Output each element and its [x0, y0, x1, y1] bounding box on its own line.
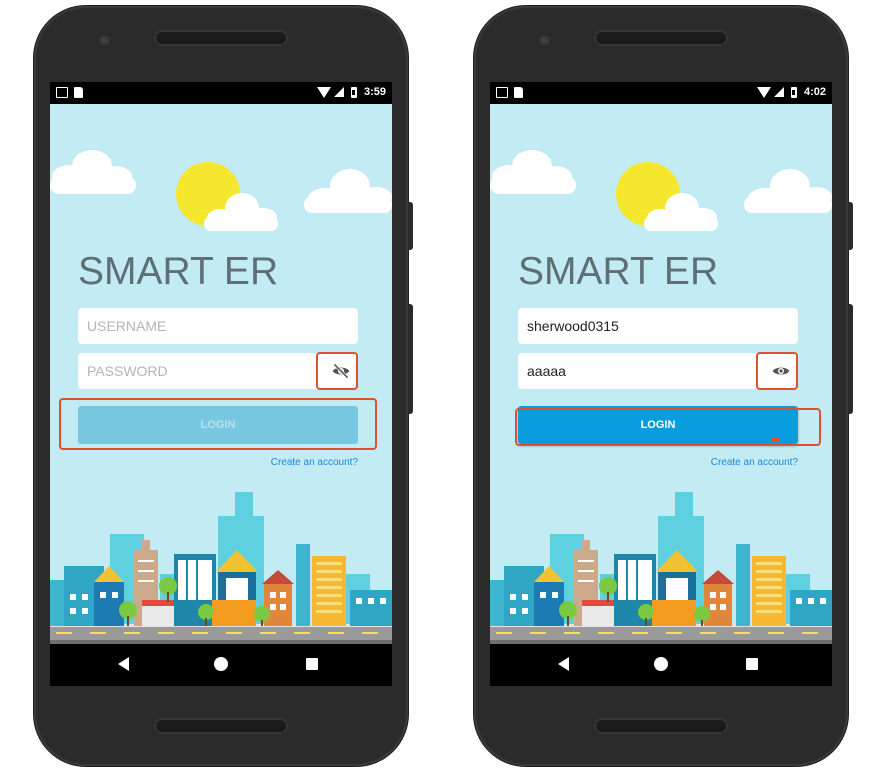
- battery-icon: [350, 86, 357, 98]
- bottom-speaker: [154, 718, 288, 734]
- back-icon[interactable]: [118, 657, 129, 671]
- phone-frame-left: 3:59 SMART ER LOGIN Create an accoun: [34, 6, 413, 766]
- status-time: 3:59: [363, 86, 386, 98]
- signal-icon: [773, 87, 784, 97]
- highlight-box-eye: [316, 352, 358, 390]
- sd-card-icon: [74, 87, 83, 98]
- recents-icon[interactable]: [306, 658, 318, 670]
- username-input[interactable]: [87, 318, 307, 334]
- message-icon: [496, 87, 508, 98]
- password-input[interactable]: [87, 363, 307, 379]
- phone-frame-right: 4:02 SMART ER LOGIN Create an account?: [474, 6, 853, 766]
- front-camera: [100, 36, 109, 45]
- volume-button: [848, 304, 853, 414]
- login-screen: SMART ER LOGIN Create an account?: [50, 104, 392, 644]
- username-field[interactable]: [518, 308, 798, 344]
- sd-card-icon: [514, 87, 523, 98]
- message-icon: [56, 87, 68, 98]
- recents-icon[interactable]: [746, 658, 758, 670]
- top-speaker: [154, 30, 288, 46]
- wifi-icon: [316, 86, 331, 98]
- create-account-link[interactable]: Create an account?: [711, 457, 798, 468]
- back-icon[interactable]: [558, 657, 569, 671]
- top-speaker: [594, 30, 728, 46]
- login-screen: SMART ER LOGIN Create an account?: [490, 104, 832, 644]
- status-time: 4:02: [803, 86, 826, 98]
- cursor-mark: [772, 438, 779, 441]
- wifi-icon: [756, 86, 771, 98]
- power-button: [848, 202, 853, 250]
- username-field[interactable]: [78, 308, 358, 344]
- navigation-bar: [50, 644, 392, 686]
- bottom-speaker: [594, 718, 728, 734]
- status-bar: 4:02: [490, 82, 832, 104]
- app-title: SMART ER: [518, 250, 719, 293]
- screen-right: 4:02 SMART ER LOGIN Create an account?: [490, 82, 832, 686]
- highlight-box-eye: [756, 352, 798, 390]
- screen-left: 3:59 SMART ER LOGIN Create an accoun: [50, 82, 392, 686]
- highlight-box-login: [59, 398, 377, 450]
- navigation-bar: [490, 644, 832, 686]
- signal-icon: [333, 87, 344, 97]
- battery-icon: [790, 86, 797, 98]
- password-input[interactable]: [527, 363, 747, 379]
- home-icon[interactable]: [214, 657, 228, 671]
- home-icon[interactable]: [654, 657, 668, 671]
- status-bar: 3:59: [50, 82, 392, 104]
- power-button: [408, 202, 413, 250]
- username-input[interactable]: [527, 318, 747, 334]
- volume-button: [408, 304, 413, 414]
- create-account-link[interactable]: Create an account?: [271, 457, 358, 468]
- front-camera: [540, 36, 549, 45]
- app-title: SMART ER: [78, 250, 279, 293]
